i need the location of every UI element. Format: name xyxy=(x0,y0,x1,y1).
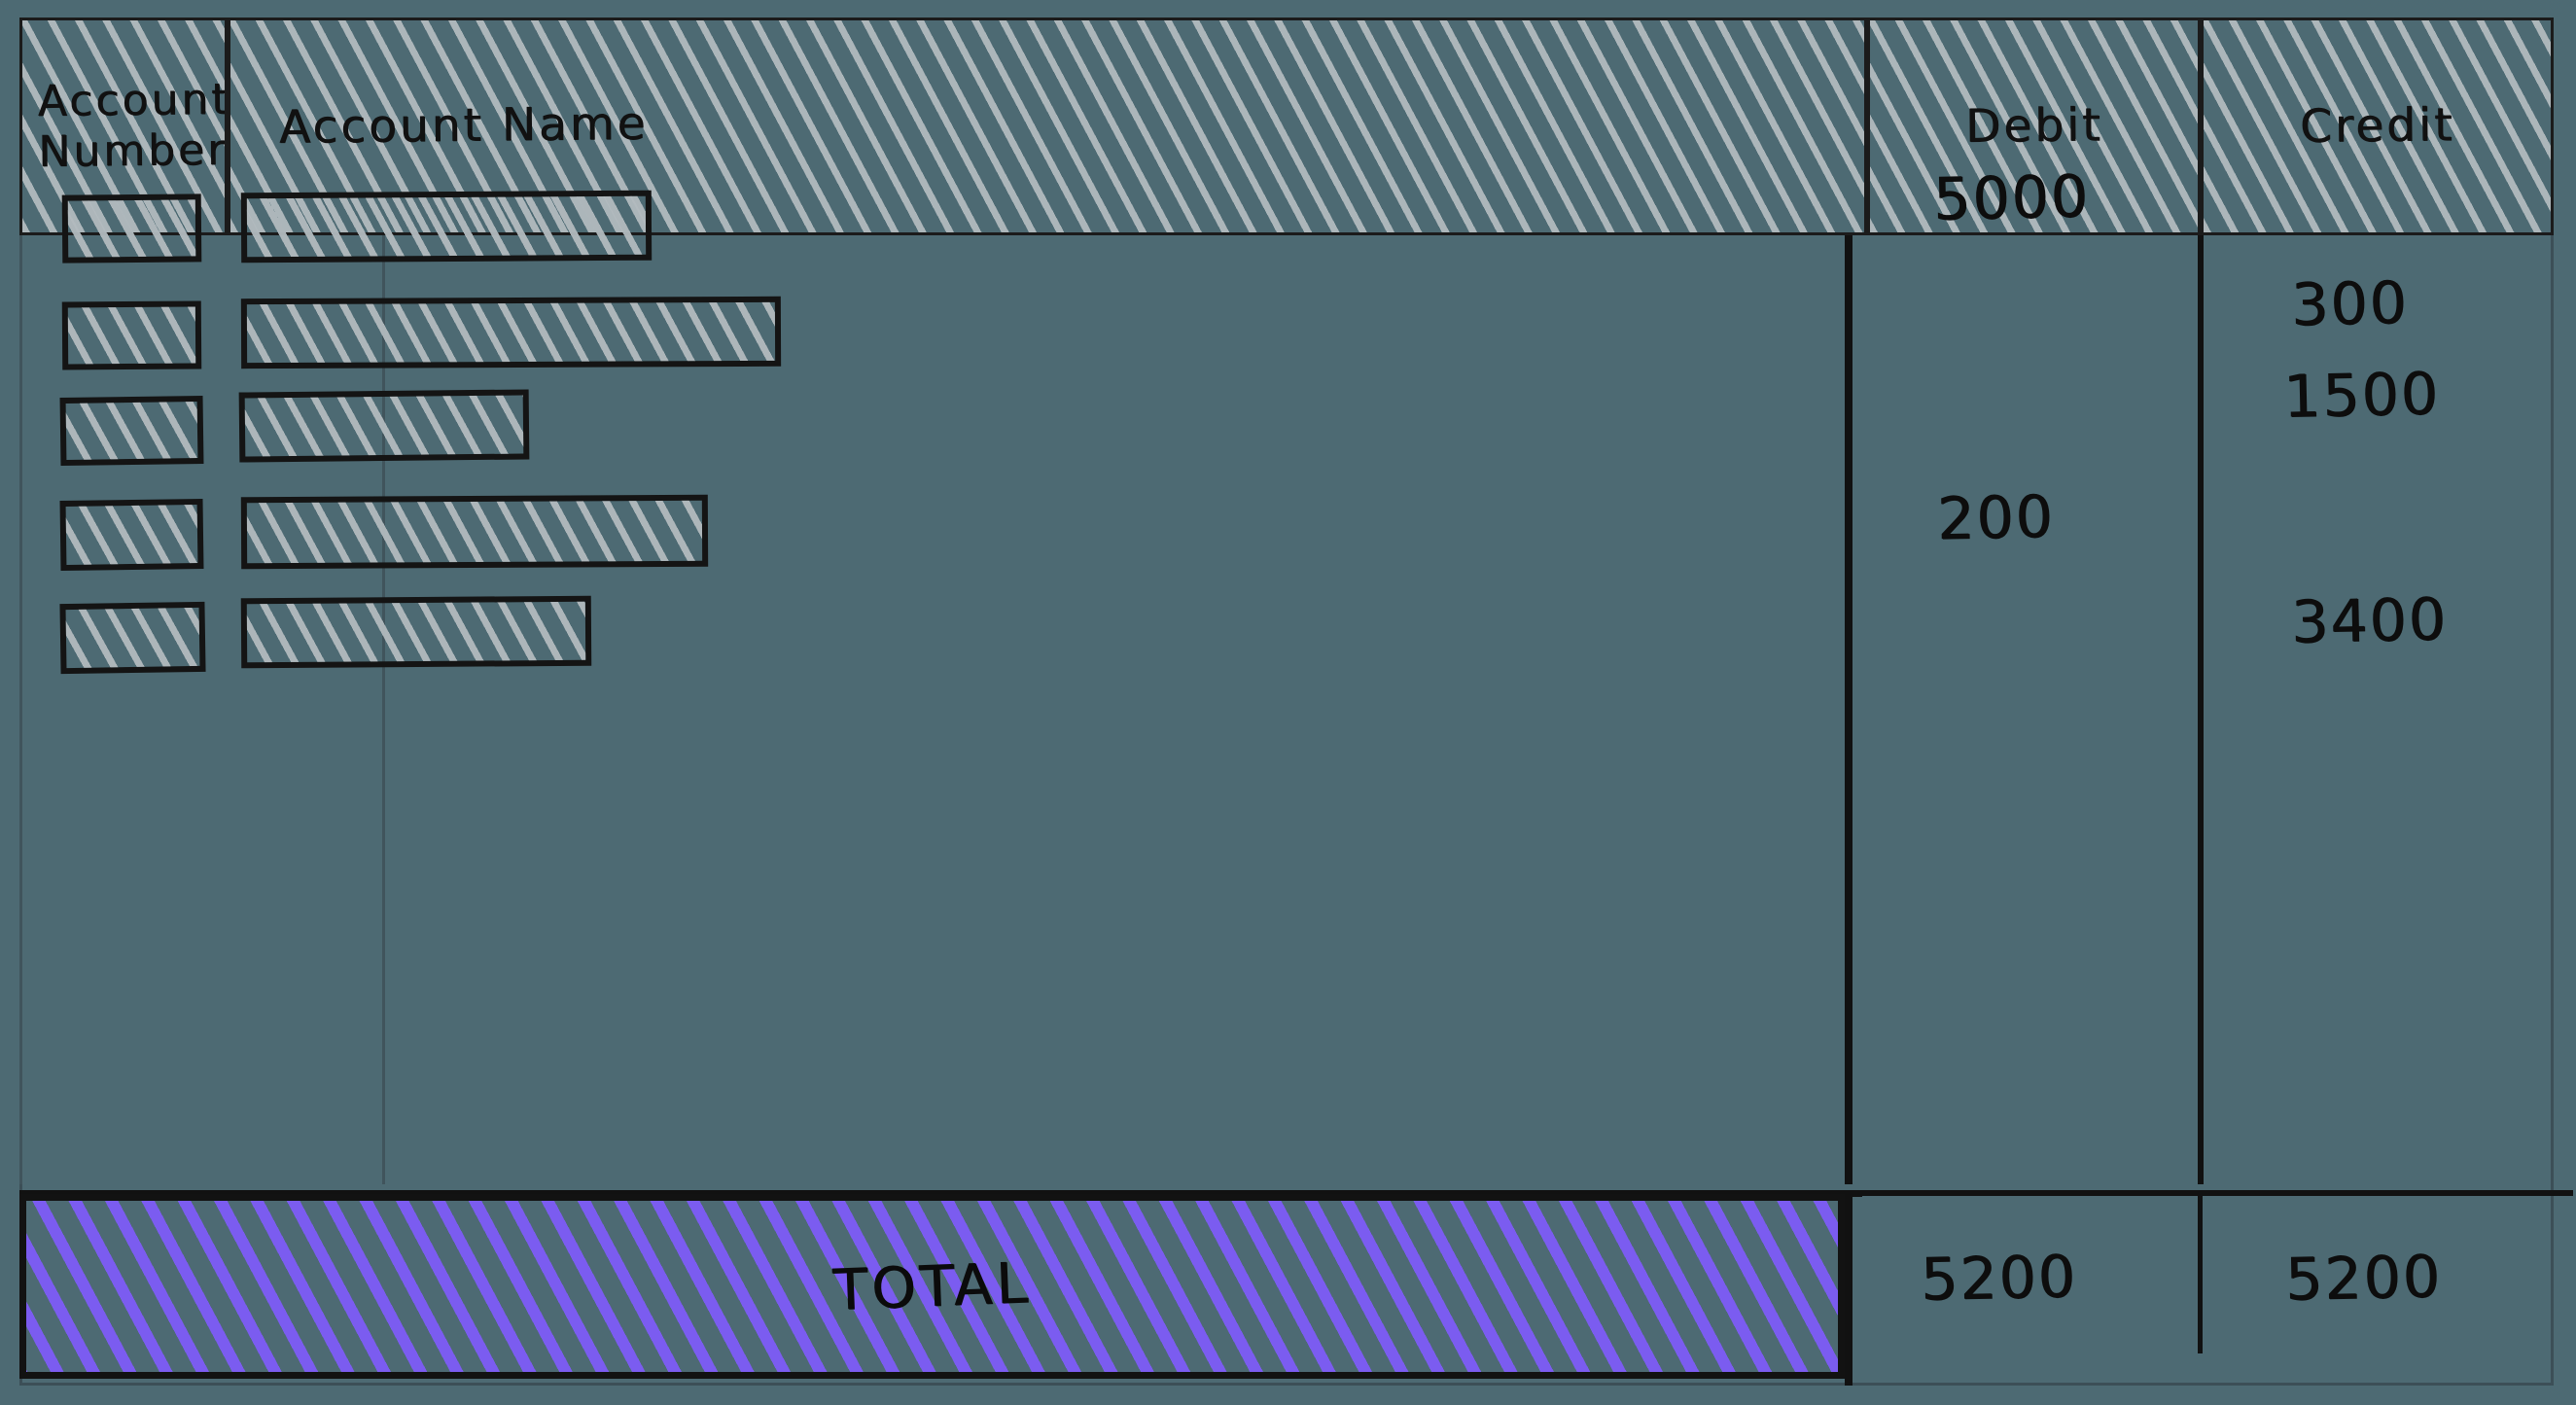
column-header-credit[interactable]: Credit xyxy=(2201,18,2554,235)
column-header-account-number-label: Account Number xyxy=(37,74,228,177)
debit-value: 200 xyxy=(1936,482,2056,554)
table-body: 5000 300 1500 200 3400 xyxy=(19,162,2554,1184)
total-label-bar[interactable]: TOTAL xyxy=(19,1194,1845,1379)
rule-name-debit xyxy=(1845,235,1853,1184)
debit-value: 5000 xyxy=(1932,162,2091,234)
column-header-account-name-label: Account Name xyxy=(278,97,649,155)
rule-number-name xyxy=(382,235,385,1184)
total-rule-name-debit xyxy=(1845,1190,1853,1386)
account-number-field[interactable] xyxy=(61,300,202,370)
body-left-rule xyxy=(19,235,22,1184)
column-header-debit-label: Debit xyxy=(1964,98,2103,155)
credit-value: 300 xyxy=(2290,268,2410,340)
total-debit-value: 5200 xyxy=(1920,1243,2078,1315)
total-values-top-rule xyxy=(1845,1190,2573,1196)
column-header-credit-label: Credit xyxy=(2299,98,2455,155)
total-rule-debit-credit xyxy=(2198,1190,2203,1353)
account-number-field[interactable] xyxy=(59,601,206,675)
account-number-field[interactable] xyxy=(61,193,202,263)
account-name-field[interactable] xyxy=(240,494,709,570)
account-name-field[interactable] xyxy=(240,190,653,263)
total-credit-value: 5200 xyxy=(2284,1243,2443,1315)
trial-balance-table: Account Number Account Name Debit Credit… xyxy=(0,0,2576,1405)
table-total-row: TOTAL 5200 5200 xyxy=(19,1190,2573,1386)
account-name-field[interactable] xyxy=(238,389,530,463)
account-name-field[interactable] xyxy=(240,296,782,369)
rule-debit-credit xyxy=(2198,235,2204,1184)
credit-value: 3400 xyxy=(2290,585,2449,657)
account-name-field[interactable] xyxy=(240,595,592,669)
account-number-field[interactable] xyxy=(59,498,204,572)
account-number-field[interactable] xyxy=(59,395,204,467)
credit-value: 1500 xyxy=(2282,360,2441,432)
